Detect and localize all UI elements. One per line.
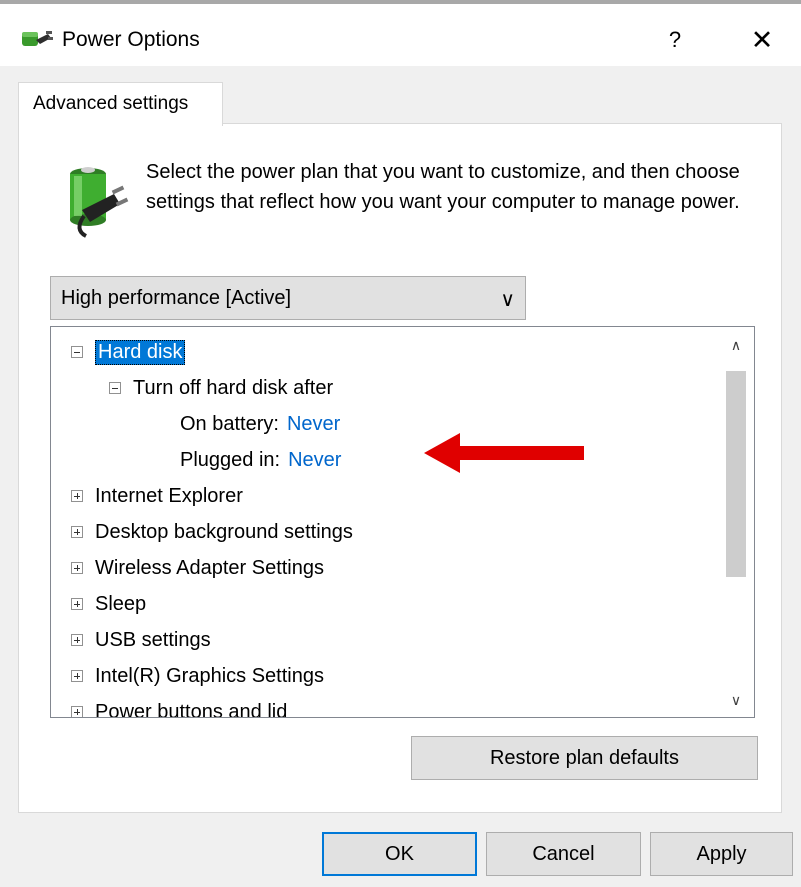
plugged-in-value-link[interactable]: Never [288, 449, 341, 472]
setting-label: Plugged in: [180, 448, 281, 471]
help-button[interactable]: ? [655, 18, 695, 62]
tree-item-turn-off-hard-disk[interactable]: Turn off hard disk after [109, 373, 333, 403]
tree-item-sleep[interactable]: Sleep [71, 589, 146, 619]
tree-item-usb-settings[interactable]: USB settings [71, 625, 211, 655]
tree-item-hard-disk[interactable]: Hard disk [71, 337, 186, 367]
expand-icon[interactable] [71, 670, 83, 682]
tree-item-label: Sleep [95, 592, 147, 615]
tab-advanced-settings[interactable]: Advanced settings [18, 82, 223, 126]
battery-plug-icon [70, 167, 129, 238]
tree-item-on-battery: On battery: Never [180, 409, 340, 439]
window-title: Power Options [62, 28, 200, 51]
tree-scrollbar[interactable]: ∧ ∨ [718, 327, 754, 717]
tree-item-wireless-adapter[interactable]: Wireless Adapter Settings [71, 553, 324, 583]
collapse-icon[interactable] [109, 382, 121, 394]
cancel-button[interactable]: Cancel [486, 832, 641, 876]
instructions-text: Select the power plan that you want to c… [146, 161, 740, 213]
expand-icon[interactable] [71, 634, 83, 646]
collapse-icon[interactable] [71, 346, 83, 358]
expand-icon[interactable] [71, 598, 83, 610]
apply-button[interactable]: Apply [650, 832, 793, 876]
settings-tree[interactable]: Hard disk Turn off hard disk after On ba… [50, 326, 755, 718]
tree-item-label: Turn off hard disk after [133, 376, 334, 399]
power-plan-value: High performance [Active] [61, 287, 292, 309]
power-options-icon [22, 31, 53, 46]
setting-label: On battery: [180, 412, 279, 435]
expand-icon[interactable] [71, 526, 83, 538]
scroll-down-icon[interactable]: ∨ [718, 692, 754, 709]
tree-item-label: USB settings [95, 628, 211, 651]
tree-item-label: Hard disk [95, 339, 186, 365]
tree-item-intel-graphics[interactable]: Intel(R) Graphics Settings [71, 661, 324, 691]
tree-item-label: Wireless Adapter Settings [95, 556, 324, 579]
tree-item-label: Internet Explorer [95, 484, 243, 507]
tree-item-label: Power buttons and lid [95, 700, 288, 718]
expand-icon[interactable] [71, 490, 83, 502]
tree-item-power-buttons[interactable]: Power buttons and lid [71, 697, 287, 717]
title-bar: Power Options ? ✕ [0, 4, 801, 66]
close-button[interactable]: ✕ [740, 18, 784, 62]
tree-item-label: Intel(R) Graphics Settings [95, 664, 324, 687]
expand-icon[interactable] [71, 706, 83, 717]
ok-button[interactable]: OK [322, 832, 477, 876]
tree-item-desktop-background[interactable]: Desktop background settings [71, 517, 353, 547]
on-battery-value-link[interactable]: Never [287, 413, 340, 436]
scroll-thumb[interactable] [726, 371, 746, 577]
power-plan-dropdown[interactable]: High performance [Active] ∨ [50, 276, 526, 320]
restore-plan-defaults-button[interactable]: Restore plan defaults [411, 736, 758, 780]
tree-item-internet-explorer[interactable]: Internet Explorer [71, 481, 243, 511]
red-arrow-icon [424, 433, 584, 473]
chevron-down-icon: ∨ [500, 289, 515, 311]
scroll-up-icon[interactable]: ∧ [718, 337, 754, 354]
tree-item-plugged-in: Plugged in: Never [180, 445, 341, 475]
expand-icon[interactable] [71, 562, 83, 574]
tree-item-label: Desktop background settings [95, 520, 353, 543]
